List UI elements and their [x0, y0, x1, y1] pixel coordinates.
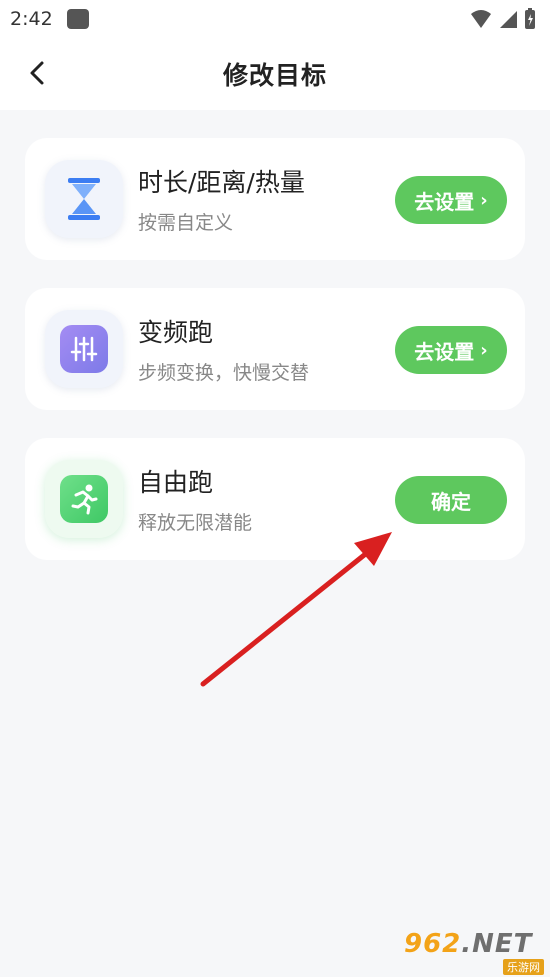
sliders-icon: [60, 325, 108, 373]
goal-card-duration: 时长/距离/热量 按需自定义 去设置 ›: [25, 138, 525, 260]
status-time: 2:42: [10, 8, 53, 30]
card-subtitle: 按需自定义: [138, 212, 234, 234]
chevron-right-icon: ›: [480, 189, 488, 211]
chevron-right-icon: ›: [480, 339, 488, 361]
button-label: 确定: [431, 489, 471, 514]
set-interval-button[interactable]: 去设置 ›: [395, 326, 507, 374]
button-label: 去设置: [414, 189, 475, 214]
watermark-text: 962.NET: [404, 929, 533, 959]
status-bar: 2:42: [0, 0, 550, 38]
signal-icon: [500, 11, 517, 28]
wifi-icon: [471, 10, 491, 28]
set-duration-button[interactable]: 去设置 ›: [395, 176, 507, 224]
watermark-subtext: 乐游网: [503, 959, 544, 975]
button-label: 去设置: [414, 339, 475, 364]
status-icons: [470, 8, 536, 30]
confirm-button[interactable]: 确定: [395, 476, 507, 524]
card-title: 变频跑: [138, 318, 214, 347]
card-title: 时长/距离/热量: [138, 168, 305, 197]
page-title: 修改目标: [222, 61, 327, 90]
notification-icon: [67, 9, 89, 29]
goal-card-free-run: 自由跑 释放无限潜能 确定: [25, 438, 525, 560]
card-subtitle: 释放无限潜能: [138, 512, 253, 534]
goal-card-interval: 变频跑 步频变换，快慢交替 去设置 ›: [25, 288, 525, 410]
card-icon-frame: [45, 310, 123, 388]
app-header: 修改目标: [0, 38, 550, 110]
card-icon-frame: [45, 160, 123, 238]
card-subtitle: 步频变换，快慢交替: [138, 362, 310, 384]
watermark-logo: 962.NET 乐游网: [404, 929, 544, 975]
card-icon-frame: [45, 460, 123, 538]
battery-icon: [525, 8, 535, 29]
card-title: 自由跑: [138, 468, 214, 497]
running-icon: [60, 475, 108, 523]
hourglass-icon: [60, 175, 108, 223]
